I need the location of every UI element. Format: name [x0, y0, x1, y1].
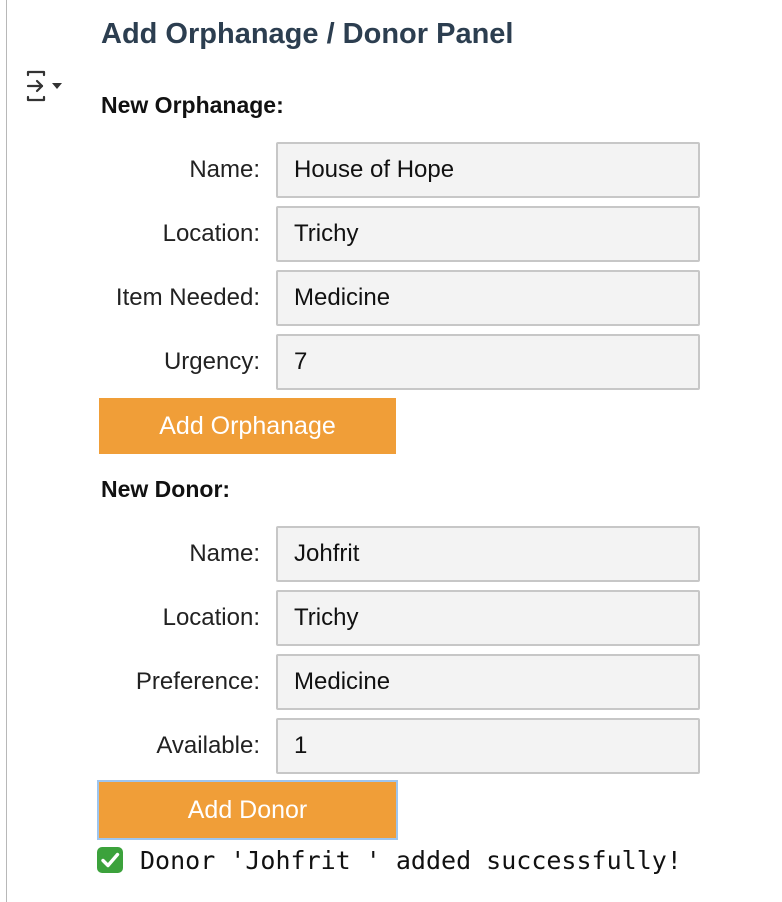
page-title: Add Orphanage / Donor Panel: [101, 18, 514, 50]
donor-preference-row: Preference:: [90, 654, 700, 710]
orphanage-name-row: Name:: [90, 142, 700, 198]
orphanage-name-label: Name:: [189, 156, 260, 183]
orphanage-item-needed-label: Item Needed:: [115, 284, 260, 311]
orphanage-item-needed-row: Item Needed:: [90, 270, 700, 326]
status-message: Donor 'Johfrit ' added successfully!: [96, 842, 682, 878]
donor-name-row: Name:: [90, 526, 700, 582]
donor-section-title: New Donor:: [101, 476, 231, 502]
orphanage-name-input[interactable]: [276, 142, 700, 198]
donor-name-label: Name:: [189, 540, 260, 567]
donor-preference-label: Preference:: [135, 668, 260, 695]
orphanage-urgency-label: Urgency:: [163, 348, 260, 375]
orphanage-urgency-input[interactable]: [276, 334, 700, 390]
add-donor-button[interactable]: Add Donor: [99, 782, 396, 838]
orphanage-location-row: Location:: [90, 206, 700, 262]
donor-name-input[interactable]: [276, 526, 700, 582]
sidebar-divider: [6, 0, 7, 902]
check-mark-icon: [96, 846, 124, 874]
orphanage-section-title: New Orphanage:: [101, 92, 284, 118]
collapse-sidebar-icon[interactable]: [25, 70, 67, 102]
donor-available-input[interactable]: [276, 718, 700, 774]
orphanage-location-input[interactable]: [276, 206, 700, 262]
donor-location-row: Location:: [90, 590, 700, 646]
status-text: Donor 'Johfrit ' added successfully!: [140, 845, 682, 875]
add-orphanage-button[interactable]: Add Orphanage: [99, 398, 396, 454]
orphanage-item-needed-input[interactable]: [276, 270, 700, 326]
orphanage-location-label: Location:: [162, 220, 260, 247]
donor-available-row: Available:: [90, 718, 700, 774]
donor-location-input[interactable]: [276, 590, 700, 646]
orphanage-urgency-row: Urgency:: [90, 334, 700, 390]
donor-location-label: Location:: [162, 604, 260, 631]
donor-preference-input[interactable]: [276, 654, 700, 710]
donor-available-label: Available:: [156, 732, 260, 759]
